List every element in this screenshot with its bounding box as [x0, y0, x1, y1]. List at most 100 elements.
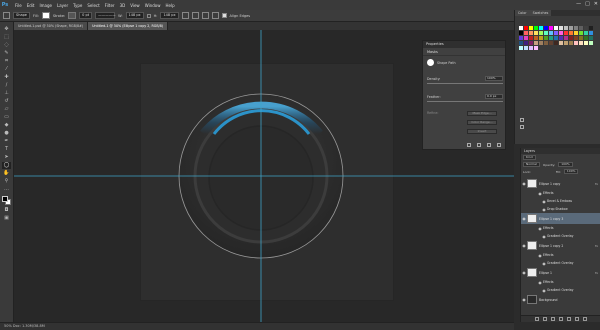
color-swatch[interactable]: [519, 46, 523, 50]
color-swatch[interactable]: [564, 41, 568, 45]
eyedropper-tool-icon[interactable]: ⁄: [2, 66, 11, 73]
color-swatch[interactable]: [584, 36, 588, 40]
color-swatch[interactable]: [524, 41, 528, 45]
color-swatch[interactable]: [569, 36, 573, 40]
type-tool-icon[interactable]: T: [2, 146, 11, 153]
color-swatch[interactable]: [559, 36, 563, 40]
color-swatch[interactable]: [569, 41, 573, 45]
effect-row[interactable]: ◉ Bevel & Emboss: [521, 197, 600, 205]
color-chips[interactable]: [1, 196, 12, 206]
color-swatch[interactable]: [524, 26, 528, 30]
color-swatch[interactable]: [529, 31, 533, 35]
color-swatch[interactable]: [574, 36, 578, 40]
tab-color[interactable]: Color: [515, 10, 530, 16]
quick-mask-icon[interactable]: ◘: [2, 207, 11, 214]
color-swatch[interactable]: [564, 36, 568, 40]
effects-row[interactable]: ◉ Effects: [521, 189, 600, 197]
delete-mask-icon[interactable]: [497, 143, 501, 147]
close-button[interactable]: ✕: [594, 1, 598, 7]
apply-mask-icon[interactable]: [477, 143, 481, 147]
stroke-swatch[interactable]: [68, 12, 77, 19]
dodge-tool-icon[interactable]: ●: [2, 130, 11, 137]
color-swatch[interactable]: [589, 26, 593, 30]
ellipse-tool-icon[interactable]: ◯: [2, 162, 11, 169]
menu-file[interactable]: File: [15, 3, 22, 8]
menu-view[interactable]: View: [130, 3, 140, 8]
path-arrangement-icon[interactable]: [201, 12, 209, 19]
minimize-button[interactable]: —: [576, 1, 581, 7]
fx-icon[interactable]: fx: [595, 244, 598, 248]
tool-mode-select[interactable]: Shape: [13, 12, 30, 19]
new-group-icon[interactable]: [567, 317, 571, 321]
menu-help[interactable]: Help: [165, 3, 174, 8]
effects-row[interactable]: ◉ Effects: [521, 251, 600, 259]
blend-mode-select[interactable]: Normal: [523, 162, 540, 167]
color-swatch[interactable]: [549, 41, 553, 45]
density-input[interactable]: 100%: [485, 76, 503, 81]
color-swatch[interactable]: [554, 41, 558, 45]
maximize-button[interactable]: □: [585, 1, 590, 7]
color-swatch[interactable]: [539, 41, 543, 45]
color-swatch[interactable]: [529, 41, 533, 45]
color-swatch[interactable]: [554, 36, 558, 40]
gradient-tool-icon[interactable]: ▭: [2, 114, 11, 121]
color-swatch[interactable]: [524, 36, 528, 40]
color-swatch[interactable]: [569, 26, 573, 30]
color-swatch[interactable]: [519, 36, 523, 40]
move-tool-icon[interactable]: ✥: [2, 26, 11, 33]
pen-tool-icon[interactable]: ✒: [2, 138, 11, 145]
link-icon[interactable]: [146, 13, 151, 18]
more-tools-icon[interactable]: …: [2, 186, 11, 193]
effect-row[interactable]: ◉ Gradient Overlay: [521, 259, 600, 267]
layer-row[interactable]: ◉ Ellipse 1 fx: [521, 267, 600, 278]
color-swatch[interactable]: [524, 31, 528, 35]
effect-row[interactable]: ◉ Drop Shadow: [521, 205, 600, 213]
color-swatch[interactable]: [569, 31, 573, 35]
effect-row[interactable]: ◉ Gradient Overlay: [521, 286, 600, 294]
color-range-button[interactable]: Color Range...: [467, 120, 497, 125]
color-swatch[interactable]: [529, 26, 533, 30]
width-input[interactable]: 148 px: [125, 12, 144, 19]
layer-row[interactable]: ◉ Ellipse 1 copy 2 fx: [521, 240, 600, 251]
menu-select[interactable]: Select: [87, 3, 99, 8]
foreground-color-chip[interactable]: [1, 196, 8, 202]
color-swatch[interactable]: [589, 31, 593, 35]
menu-window[interactable]: Window: [145, 3, 161, 8]
align-edges-checkbox[interactable]: [221, 13, 227, 18]
gear-icon[interactable]: [211, 12, 219, 19]
color-swatch[interactable]: [564, 26, 568, 30]
color-swatch[interactable]: [559, 41, 563, 45]
quick-select-tool-icon[interactable]: ✎: [2, 50, 11, 57]
color-swatch[interactable]: [584, 31, 588, 35]
add-mask-icon[interactable]: [551, 317, 555, 321]
color-swatch[interactable]: [519, 41, 523, 45]
path-select-tool-icon[interactable]: ➤: [2, 154, 11, 161]
trash-icon[interactable]: [583, 317, 587, 321]
color-swatch[interactable]: [589, 41, 593, 45]
tab-swatches[interactable]: Swatches: [529, 10, 552, 16]
color-swatch[interactable]: [554, 26, 558, 30]
color-swatch[interactable]: [559, 31, 563, 35]
feather-input[interactable]: 0.0 px: [485, 94, 503, 99]
color-swatch[interactable]: [529, 36, 533, 40]
color-swatch[interactable]: [534, 46, 538, 50]
color-swatch[interactable]: [574, 41, 578, 45]
color-swatch[interactable]: [579, 41, 583, 45]
screen-mode-icon[interactable]: ▣: [2, 215, 11, 222]
menu-filter[interactable]: Filter: [105, 3, 115, 8]
doc-tab-1[interactable]: Untitled-1.psd @ 50% (Shape, RGB/8#): [14, 22, 89, 30]
color-swatch[interactable]: [584, 26, 588, 30]
color-swatch[interactable]: [579, 26, 583, 30]
color-swatch[interactable]: [564, 31, 568, 35]
layer-row[interactable]: ◉ Ellipse 1 copy fx: [521, 178, 600, 189]
color-swatch[interactable]: [574, 31, 578, 35]
menu-type[interactable]: Type: [73, 3, 82, 8]
color-swatch[interactable]: [559, 26, 563, 30]
fx-icon[interactable]: fx: [595, 271, 598, 275]
effect-row[interactable]: ◉ Gradient Overlay: [521, 232, 600, 240]
path-operations-icon[interactable]: [181, 12, 189, 19]
history-brush-tool-icon[interactable]: ↺: [2, 98, 11, 105]
menu-image[interactable]: Image: [39, 3, 52, 8]
layer-row[interactable]: ◉ Background: [521, 294, 600, 305]
blur-tool-icon[interactable]: ◆: [2, 122, 11, 129]
